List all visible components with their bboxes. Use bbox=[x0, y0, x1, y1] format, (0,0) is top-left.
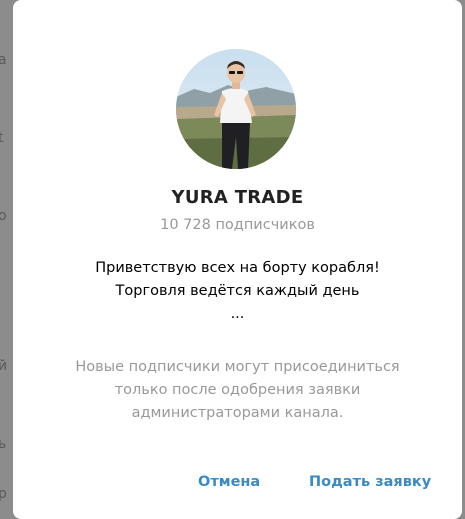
notice-line: администраторами канала. bbox=[131, 405, 344, 421]
notice-line: только после одобрения заявки bbox=[114, 382, 361, 398]
description-line: ... bbox=[230, 306, 245, 322]
description-line: Торговля ведётся каждый день bbox=[115, 283, 360, 299]
channel-avatar bbox=[176, 49, 296, 169]
submit-request-button[interactable]: Подать заявку bbox=[309, 474, 431, 490]
description-line: Приветствую всех на борту корабля! bbox=[95, 260, 380, 276]
channel-title: YURA TRADE bbox=[171, 187, 304, 208]
background-text: р bbox=[0, 486, 7, 502]
approval-notice: Новые подписчики могут присоединиться то… bbox=[33, 356, 442, 425]
background-text: a bbox=[0, 52, 7, 68]
cancel-button[interactable]: Отмена bbox=[198, 474, 260, 490]
background-text: о bbox=[0, 208, 7, 224]
notice-line: Новые подписчики могут присоединиться bbox=[75, 359, 400, 375]
background-text: й bbox=[0, 358, 8, 374]
channel-description: Приветствую всех на борту корабля! Торго… bbox=[33, 257, 442, 326]
background-text: ь bbox=[0, 436, 7, 452]
background-text: t bbox=[0, 130, 4, 146]
subscriber-count: 10 728 подписчиков bbox=[160, 217, 315, 233]
join-request-dialog: YURA TRADE 10 728 подписчиков Приветству… bbox=[13, 0, 462, 519]
